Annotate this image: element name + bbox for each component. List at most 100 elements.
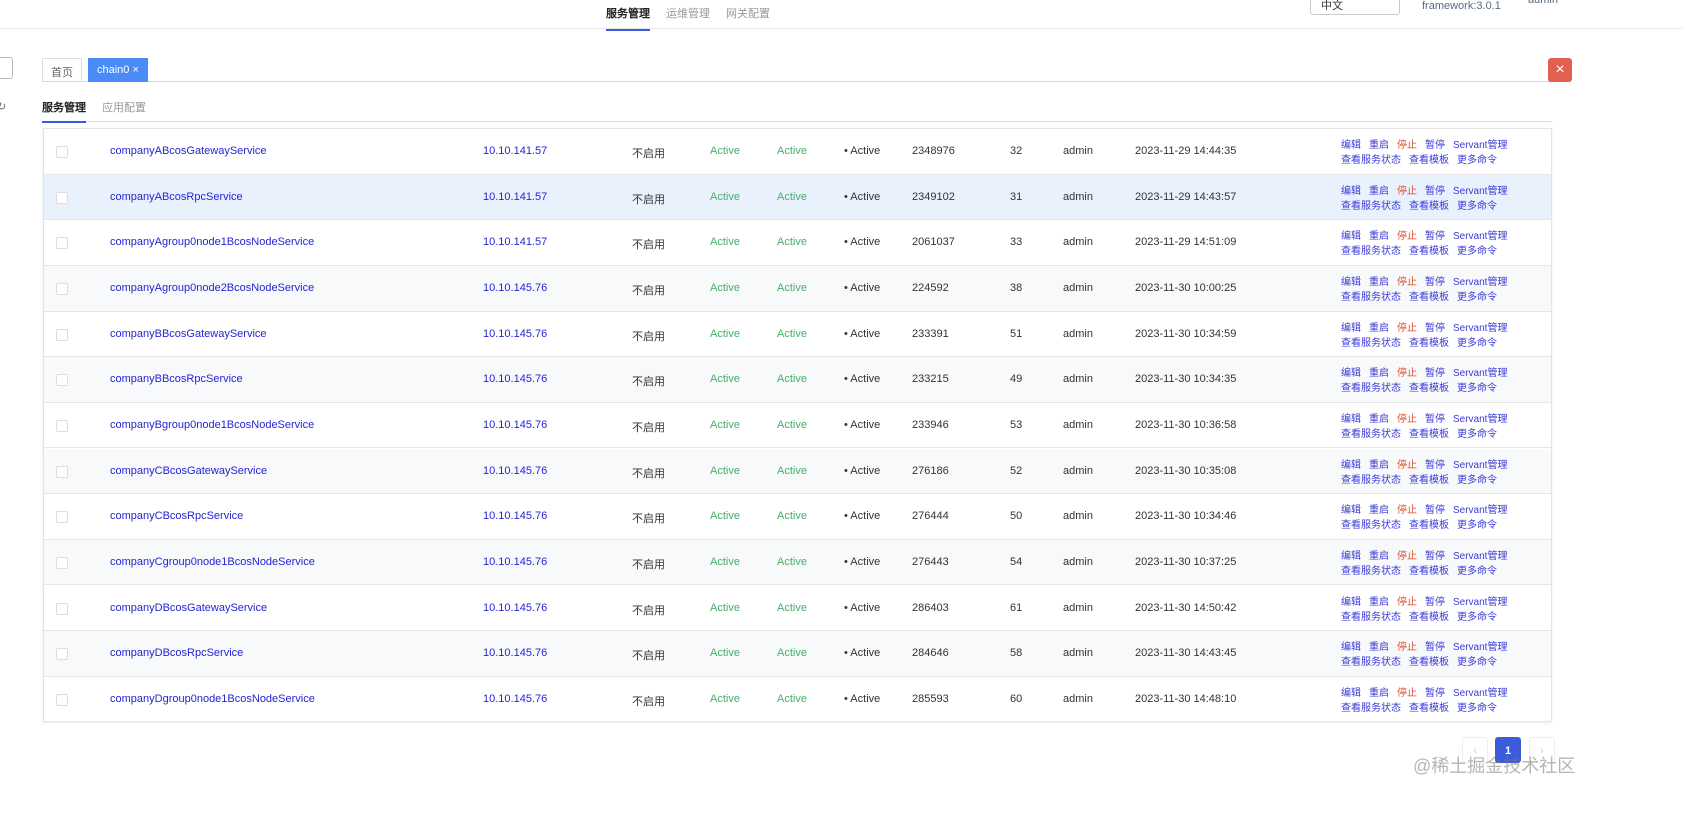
pause-link[interactable]: 暂停 — [1425, 277, 1445, 288]
pause-link[interactable]: 暂停 — [1425, 414, 1445, 425]
stop-link[interactable]: 停止 — [1397, 414, 1417, 425]
stop-link[interactable]: 停止 — [1397, 688, 1417, 699]
view-status-link[interactable]: 查看服务状态 — [1341, 383, 1401, 394]
edit-link[interactable]: 编辑 — [1341, 688, 1361, 699]
pause-link[interactable]: 暂停 — [1425, 186, 1445, 197]
edit-link[interactable]: 编辑 — [1341, 231, 1361, 242]
view-status-link[interactable]: 查看服务状态 — [1341, 703, 1401, 714]
view-template-link[interactable]: 查看模板 — [1409, 246, 1449, 257]
node-ip[interactable]: 10.10.145.76 — [483, 328, 547, 340]
subtab-app-config[interactable]: 应用配置 — [102, 99, 146, 121]
row-checkbox[interactable] — [56, 374, 68, 387]
servant-manage-link[interactable]: Servant管理 — [1453, 323, 1507, 334]
view-template-link[interactable]: 查看模板 — [1409, 429, 1449, 440]
servant-manage-link[interactable]: Servant管理 — [1453, 186, 1507, 197]
view-template-link[interactable]: 查看模板 — [1409, 520, 1449, 531]
edit-link[interactable]: 编辑 — [1341, 186, 1361, 197]
restart-link[interactable]: 重启 — [1369, 688, 1389, 699]
servant-manage-link[interactable]: Servant管理 — [1453, 460, 1507, 471]
row-checkbox[interactable] — [56, 693, 68, 706]
more-commands-link[interactable]: 更多命令 — [1457, 429, 1497, 440]
more-commands-link[interactable]: 更多命令 — [1457, 246, 1497, 257]
node-ip[interactable]: 10.10.145.76 — [483, 419, 547, 431]
edit-link[interactable]: 编辑 — [1341, 460, 1361, 471]
nav-operations[interactable]: 运维管理 — [666, 5, 710, 21]
row-checkbox[interactable] — [56, 282, 68, 295]
restart-link[interactable]: 重启 — [1369, 186, 1389, 197]
restart-link[interactable]: 重启 — [1369, 231, 1389, 242]
more-commands-link[interactable]: 更多命令 — [1457, 201, 1497, 212]
view-template-link[interactable]: 查看模板 — [1409, 201, 1449, 212]
service-name[interactable]: companyBgroup0node1BcosNodeService — [110, 419, 314, 431]
view-template-link[interactable]: 查看模板 — [1409, 703, 1449, 714]
restart-link[interactable]: 重启 — [1369, 277, 1389, 288]
stop-link[interactable]: 停止 — [1397, 597, 1417, 608]
subtab-service-management[interactable]: 服务管理 — [42, 99, 86, 123]
pause-link[interactable]: 暂停 — [1425, 642, 1445, 653]
more-commands-link[interactable]: 更多命令 — [1457, 475, 1497, 486]
language-select[interactable]: 中文 — [1310, 0, 1400, 15]
node-ip[interactable]: 10.10.145.76 — [483, 602, 547, 614]
row-checkbox[interactable] — [56, 419, 68, 432]
stop-link[interactable]: 停止 — [1397, 277, 1417, 288]
servant-manage-link[interactable]: Servant管理 — [1453, 140, 1507, 151]
user-menu[interactable]: admin — [1528, 0, 1558, 6]
servant-manage-link[interactable]: Servant管理 — [1453, 505, 1507, 516]
view-template-link[interactable]: 查看模板 — [1409, 338, 1449, 349]
row-checkbox[interactable] — [56, 602, 68, 615]
stop-link[interactable]: 停止 — [1397, 186, 1417, 197]
row-checkbox[interactable] — [56, 465, 68, 478]
view-template-link[interactable]: 查看模板 — [1409, 155, 1449, 166]
node-ip[interactable]: 10.10.145.76 — [483, 465, 547, 477]
node-ip[interactable]: 10.10.141.57 — [483, 236, 547, 248]
node-ip[interactable]: 10.10.145.76 — [483, 693, 547, 705]
pause-link[interactable]: 暂停 — [1425, 368, 1445, 379]
service-name[interactable]: companyDBcosGatewayService — [110, 602, 267, 614]
more-commands-link[interactable]: 更多命令 — [1457, 612, 1497, 623]
edit-link[interactable]: 编辑 — [1341, 597, 1361, 608]
close-icon[interactable]: × — [132, 64, 138, 76]
pause-link[interactable]: 暂停 — [1425, 231, 1445, 242]
more-commands-link[interactable]: 更多命令 — [1457, 703, 1497, 714]
row-checkbox[interactable] — [56, 648, 68, 661]
servant-manage-link[interactable]: Servant管理 — [1453, 231, 1507, 242]
servant-manage-link[interactable]: Servant管理 — [1453, 597, 1507, 608]
row-checkbox[interactable] — [56, 511, 68, 524]
row-checkbox[interactable] — [56, 146, 68, 158]
stop-link[interactable]: 停止 — [1397, 551, 1417, 562]
view-template-link[interactable]: 查看模板 — [1409, 612, 1449, 623]
nav-service-management[interactable]: 服务管理 — [606, 5, 650, 31]
node-ip[interactable]: 10.10.141.57 — [483, 191, 547, 203]
close-all-tabs-button[interactable]: × — [1548, 58, 1572, 82]
edit-link[interactable]: 编辑 — [1341, 505, 1361, 516]
view-status-link[interactable]: 查看服务状态 — [1341, 292, 1401, 303]
restart-link[interactable]: 重启 — [1369, 368, 1389, 379]
servant-manage-link[interactable]: Servant管理 — [1453, 368, 1507, 379]
restart-link[interactable]: 重启 — [1369, 505, 1389, 516]
edit-link[interactable]: 编辑 — [1341, 368, 1361, 379]
sidebar-search-input[interactable] — [0, 57, 13, 79]
view-template-link[interactable]: 查看模板 — [1409, 566, 1449, 577]
service-name[interactable]: companyABcosGatewayService — [110, 145, 267, 157]
service-name[interactable]: companyBBcosGatewayService — [110, 328, 267, 340]
pause-link[interactable]: 暂停 — [1425, 551, 1445, 562]
node-ip[interactable]: 10.10.141.57 — [483, 145, 547, 157]
view-template-link[interactable]: 查看模板 — [1409, 657, 1449, 668]
service-name[interactable]: companyDBcosRpcService — [110, 647, 243, 659]
tab-chain0[interactable]: chain0 × — [88, 58, 148, 82]
pause-link[interactable]: 暂停 — [1425, 688, 1445, 699]
restart-link[interactable]: 重启 — [1369, 140, 1389, 151]
service-name[interactable]: companyCBcosGatewayService — [110, 465, 267, 477]
view-status-link[interactable]: 查看服务状态 — [1341, 246, 1401, 257]
view-template-link[interactable]: 查看模板 — [1409, 383, 1449, 394]
restart-link[interactable]: 重启 — [1369, 642, 1389, 653]
more-commands-link[interactable]: 更多命令 — [1457, 155, 1497, 166]
more-commands-link[interactable]: 更多命令 — [1457, 292, 1497, 303]
row-checkbox[interactable] — [56, 191, 68, 204]
more-commands-link[interactable]: 更多命令 — [1457, 566, 1497, 577]
service-name[interactable]: companyDgroup0node1BcosNodeService — [110, 693, 315, 705]
restart-link[interactable]: 重启 — [1369, 414, 1389, 425]
row-checkbox[interactable] — [56, 237, 68, 250]
nav-gateway-config[interactable]: 网关配置 — [726, 5, 770, 21]
more-commands-link[interactable]: 更多命令 — [1457, 338, 1497, 349]
